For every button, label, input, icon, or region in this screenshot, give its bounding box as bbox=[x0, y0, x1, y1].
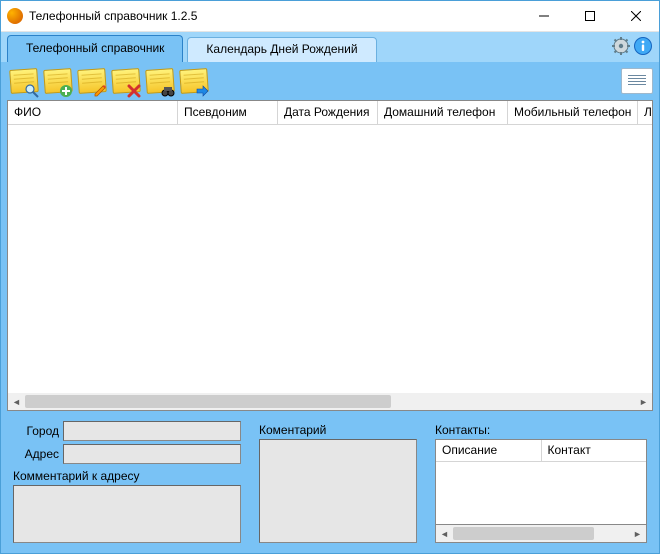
col-alias[interactable]: Псевдоним bbox=[178, 101, 278, 125]
scroll-left-icon[interactable]: ◄ bbox=[8, 393, 25, 410]
maximize-icon bbox=[585, 11, 595, 21]
list-view-button[interactable] bbox=[621, 68, 653, 94]
add-button[interactable] bbox=[41, 64, 75, 98]
scroll-right-icon[interactable]: ► bbox=[635, 393, 652, 410]
grid-header: ФИО Псевдоним Дата Рождения Домашний тел… bbox=[8, 101, 652, 125]
scroll-track[interactable] bbox=[25, 393, 635, 410]
pencil-icon bbox=[93, 84, 107, 98]
x-icon bbox=[127, 84, 141, 98]
city-input[interactable] bbox=[63, 421, 241, 441]
toolbar bbox=[1, 62, 659, 100]
scroll-track[interactable] bbox=[453, 525, 629, 542]
contacts-grid-header: Описание Контакт bbox=[435, 439, 647, 462]
col-fio[interactable]: ФИО bbox=[8, 101, 178, 125]
new-note-button[interactable] bbox=[7, 64, 41, 98]
city-label: Город bbox=[13, 424, 59, 438]
scroll-thumb[interactable] bbox=[453, 527, 594, 540]
content-area: ФИО Псевдоним Дата Рождения Домашний тел… bbox=[1, 100, 659, 553]
arrow-right-icon bbox=[195, 84, 209, 98]
binoculars-icon bbox=[161, 84, 175, 98]
export-button[interactable] bbox=[177, 64, 211, 98]
details-area: Город Адрес Комментарий к адресу Комента… bbox=[7, 417, 653, 547]
col-contact[interactable]: Контакт bbox=[542, 440, 647, 462]
scroll-thumb[interactable] bbox=[25, 395, 391, 408]
col-dob[interactable]: Дата Рождения bbox=[278, 101, 378, 125]
contacts-label: Контакты: bbox=[435, 423, 647, 437]
scroll-left-icon[interactable]: ◄ bbox=[436, 525, 453, 542]
edit-button[interactable] bbox=[75, 64, 109, 98]
magnifier-icon bbox=[25, 84, 39, 98]
comment-input[interactable] bbox=[259, 439, 417, 543]
addr-comment-label: Комментарий к адресу bbox=[13, 469, 241, 483]
maximize-button[interactable] bbox=[567, 1, 613, 31]
col-home[interactable]: Домашний телефон bbox=[378, 101, 508, 125]
search-button[interactable] bbox=[143, 64, 177, 98]
addr-comment-input[interactable] bbox=[13, 485, 241, 543]
settings-button[interactable] bbox=[611, 36, 631, 56]
delete-button[interactable] bbox=[109, 64, 143, 98]
app-icon bbox=[7, 8, 23, 24]
comment-panel: Коментарий bbox=[253, 417, 423, 547]
grid-body[interactable] bbox=[8, 125, 652, 393]
app-window: Телефонный справочник 1.2.5 Телефонный с… bbox=[0, 0, 660, 554]
col-more[interactable]: Л bbox=[638, 101, 652, 125]
gear-icon bbox=[611, 36, 631, 56]
address-label: Адрес bbox=[13, 447, 59, 461]
contacts-panel: Контакты: Описание Контакт ◄ ► bbox=[429, 417, 653, 547]
tab-calendar[interactable]: Календарь Дней Рождений bbox=[187, 37, 376, 62]
contacts-grid-body[interactable] bbox=[435, 462, 647, 525]
contacts-grid[interactable]: ФИО Псевдоним Дата Рождения Домашний тел… bbox=[7, 100, 653, 411]
info-icon bbox=[633, 36, 653, 56]
list-icon bbox=[628, 75, 646, 87]
address-input[interactable] bbox=[63, 444, 241, 464]
contacts-hscrollbar[interactable]: ◄ ► bbox=[435, 525, 647, 543]
tabstrip: Телефонный справочник Календарь Дней Рож… bbox=[1, 32, 659, 62]
minimize-icon bbox=[539, 11, 549, 21]
window-title: Телефонный справочник 1.2.5 bbox=[29, 9, 197, 23]
minimize-button[interactable] bbox=[521, 1, 567, 31]
plus-icon bbox=[59, 84, 73, 98]
tab-directory[interactable]: Телефонный справочник bbox=[7, 35, 183, 62]
col-desc[interactable]: Описание bbox=[436, 440, 542, 462]
scroll-right-icon[interactable]: ► bbox=[629, 525, 646, 542]
close-button[interactable] bbox=[613, 1, 659, 31]
titlebar: Телефонный справочник 1.2.5 bbox=[1, 1, 659, 32]
grid-hscrollbar[interactable]: ◄ ► bbox=[8, 393, 652, 410]
col-mobile[interactable]: Мобильный телефон bbox=[508, 101, 638, 125]
close-icon bbox=[631, 11, 641, 21]
comment-label: Коментарий bbox=[259, 423, 417, 437]
address-panel: Город Адрес Комментарий к адресу bbox=[7, 417, 247, 547]
about-button[interactable] bbox=[633, 36, 653, 56]
